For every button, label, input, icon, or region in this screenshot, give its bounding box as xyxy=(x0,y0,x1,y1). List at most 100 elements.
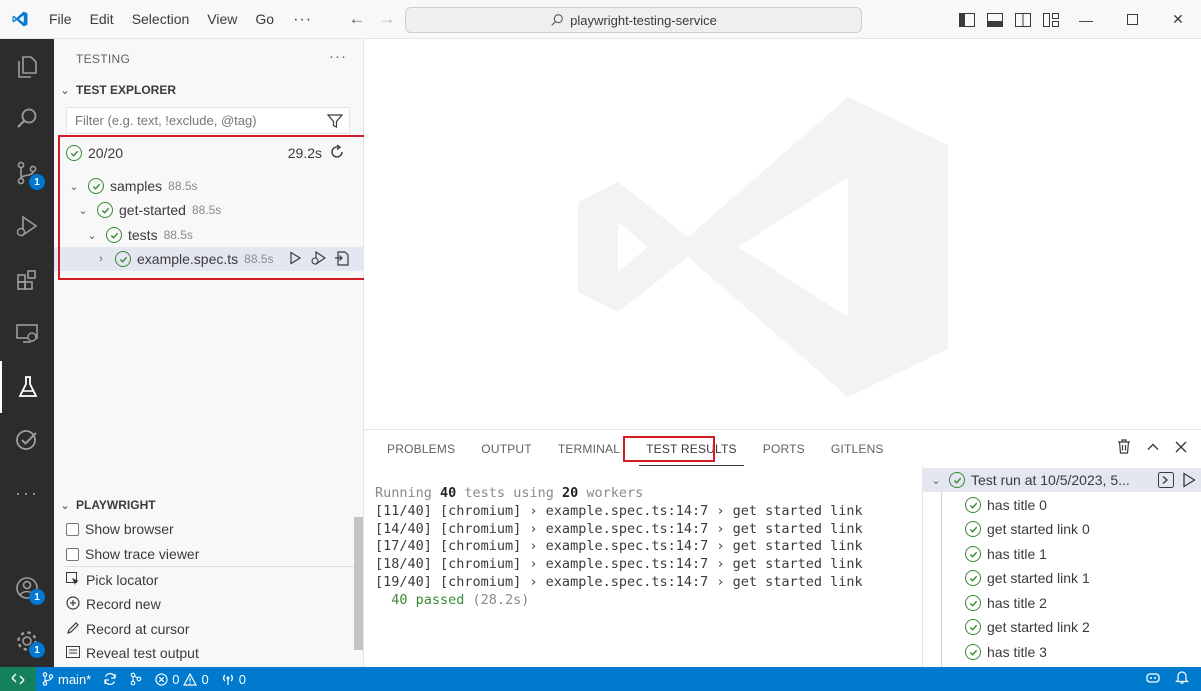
editor-area xyxy=(364,39,1201,429)
close-panel-icon[interactable] xyxy=(1175,440,1187,458)
sidebar-more-button[interactable]: ··· xyxy=(329,48,347,65)
trash-icon[interactable] xyxy=(1117,439,1131,459)
more-views-icon[interactable]: ··· xyxy=(0,467,54,519)
toggle-secondary-sidebar-icon[interactable] xyxy=(1014,12,1032,28)
reveal-test-output-action[interactable]: Reveal test output xyxy=(66,641,199,665)
tab-output[interactable]: OUTPUT xyxy=(468,442,545,456)
notifications-bell-icon[interactable] xyxy=(1175,670,1189,688)
forward-arrow-icon[interactable]: → xyxy=(372,9,402,29)
pass-check-icon xyxy=(965,546,981,562)
pass-check-icon xyxy=(949,472,965,488)
command-center-search[interactable]: playwright-testing-service xyxy=(405,7,862,33)
result-item[interactable]: has title 2 xyxy=(965,591,1047,615)
menu-selection[interactable]: Selection xyxy=(123,0,199,39)
menu-go[interactable]: Go xyxy=(246,0,283,39)
chevron-down-icon: ⌄ xyxy=(931,474,941,487)
branch-status[interactable]: main* xyxy=(36,672,97,687)
divider xyxy=(64,566,354,567)
test-output-terminal[interactable]: Running 40 tests using 20 workers [11/40]… xyxy=(375,485,863,610)
branch-name: main* xyxy=(58,671,92,687)
customize-layout-icon[interactable] xyxy=(1042,12,1060,28)
test-check-icon[interactable] xyxy=(0,414,54,466)
run-debug-icon[interactable] xyxy=(0,200,54,252)
source-control-icon[interactable]: 1 xyxy=(0,147,54,199)
show-trace-viewer-checkbox[interactable]: Show trace viewer xyxy=(66,542,199,566)
back-arrow-icon[interactable]: ← xyxy=(342,9,372,29)
test-explorer-title: TEST EXPLORER xyxy=(76,83,177,97)
vscode-watermark-icon xyxy=(578,97,948,397)
record-at-cursor-label: Record at cursor xyxy=(86,621,190,637)
open-terminal-icon[interactable] xyxy=(1158,472,1174,491)
accounts-icon[interactable]: 1 xyxy=(0,562,54,614)
explorer-icon[interactable] xyxy=(0,41,54,93)
tab-problems[interactable]: PROBLEMS xyxy=(374,442,468,456)
maximize-panel-icon[interactable] xyxy=(1146,440,1160,459)
menu-view[interactable]: View xyxy=(198,0,246,39)
close-icon[interactable]: ✕ xyxy=(1155,0,1201,39)
warning-icon xyxy=(183,672,198,686)
toggle-panel-icon[interactable] xyxy=(986,12,1004,28)
result-item[interactable]: get started link 0 xyxy=(965,517,1090,541)
tree-indent-guide xyxy=(941,492,942,668)
search-label: playwright-testing-service xyxy=(570,12,717,28)
cursor-pick-icon xyxy=(66,571,80,589)
tab-terminal[interactable]: TERMINAL xyxy=(545,442,633,456)
settings-gear-icon[interactable]: 1 xyxy=(0,615,54,667)
git-graph-icon[interactable] xyxy=(123,672,149,686)
minimize-icon[interactable]: — xyxy=(1063,0,1109,39)
settings-badge: 1 xyxy=(29,642,45,658)
menu-file[interactable]: File xyxy=(40,0,81,39)
ports-count: 0 xyxy=(238,671,246,687)
status-bar-right xyxy=(1145,667,1201,691)
pick-locator-action[interactable]: Pick locator xyxy=(66,568,158,592)
error-count: 0 xyxy=(172,671,180,687)
source-control-badge: 1 xyxy=(29,174,45,190)
record-at-cursor-action[interactable]: Record at cursor xyxy=(66,617,189,641)
remote-indicator-icon[interactable] xyxy=(0,667,36,691)
result-item[interactable]: has title 3 xyxy=(965,640,1047,664)
git-branch-icon xyxy=(42,672,54,686)
menu-more-button[interactable]: ··· xyxy=(283,0,322,39)
rerun-play-icon[interactable] xyxy=(1182,472,1196,491)
tab-ports[interactable]: PORTS xyxy=(750,442,818,456)
toggle-sidebar-icon[interactable] xyxy=(958,12,976,28)
search-icon xyxy=(551,14,563,26)
playwright-section-header[interactable]: ⌄ PLAYWRIGHT xyxy=(54,494,364,516)
show-browser-label: Show browser xyxy=(85,521,174,537)
remote-explorer-icon[interactable] xyxy=(0,307,54,359)
accounts-badge: 1 xyxy=(29,589,45,605)
terminal-output-icon xyxy=(66,645,80,662)
search-icon[interactable] xyxy=(0,93,54,145)
test-explorer-section-header[interactable]: ⌄ TEST EXPLORER xyxy=(54,79,364,101)
pass-check-icon xyxy=(965,521,981,537)
tab-gitlens[interactable]: GITLENS xyxy=(818,442,897,456)
pencil-icon xyxy=(66,621,80,638)
copilot-icon[interactable] xyxy=(1145,671,1161,688)
result-item[interactable]: has title 0 xyxy=(965,493,1047,517)
result-item[interactable]: has title 1 xyxy=(965,542,1047,566)
sidebar-title: TESTING xyxy=(76,52,131,66)
testing-flask-icon[interactable] xyxy=(0,361,54,413)
result-item[interactable]: get started link 1 xyxy=(965,566,1090,590)
maximize-icon[interactable] xyxy=(1109,0,1155,39)
activity-bar: 1 ··· 1 1 xyxy=(0,39,54,667)
pass-check-icon xyxy=(965,619,981,635)
add-circle-icon xyxy=(66,595,80,613)
checkbox-icon[interactable] xyxy=(66,547,79,561)
result-item[interactable]: get started link 2 xyxy=(965,615,1090,639)
test-filter-input[interactable]: Filter (e.g. text, !exclude, @tag) xyxy=(66,107,350,134)
test-run-row[interactable]: ⌄ Test run at 10/5/2023, 5... xyxy=(923,468,1201,492)
extensions-icon[interactable] xyxy=(0,254,54,306)
problems-status[interactable]: 0 0 xyxy=(149,672,214,687)
terminal-line: [14/40] [chromium] › example.spec.ts:14:… xyxy=(375,520,863,537)
ports-status[interactable]: 0 xyxy=(215,672,252,687)
menu-edit[interactable]: Edit xyxy=(81,0,123,39)
record-new-action[interactable]: Record new xyxy=(66,592,161,616)
show-browser-checkbox[interactable]: Show browser xyxy=(66,517,174,541)
reveal-test-output-label: Reveal test output xyxy=(86,645,199,661)
sync-icon[interactable] xyxy=(97,672,123,686)
test-results-tab-highlight xyxy=(623,436,715,462)
checkbox-icon[interactable] xyxy=(66,522,79,536)
sidebar-scrollbar[interactable] xyxy=(354,517,363,650)
filter-funnel-icon[interactable] xyxy=(326,113,344,132)
